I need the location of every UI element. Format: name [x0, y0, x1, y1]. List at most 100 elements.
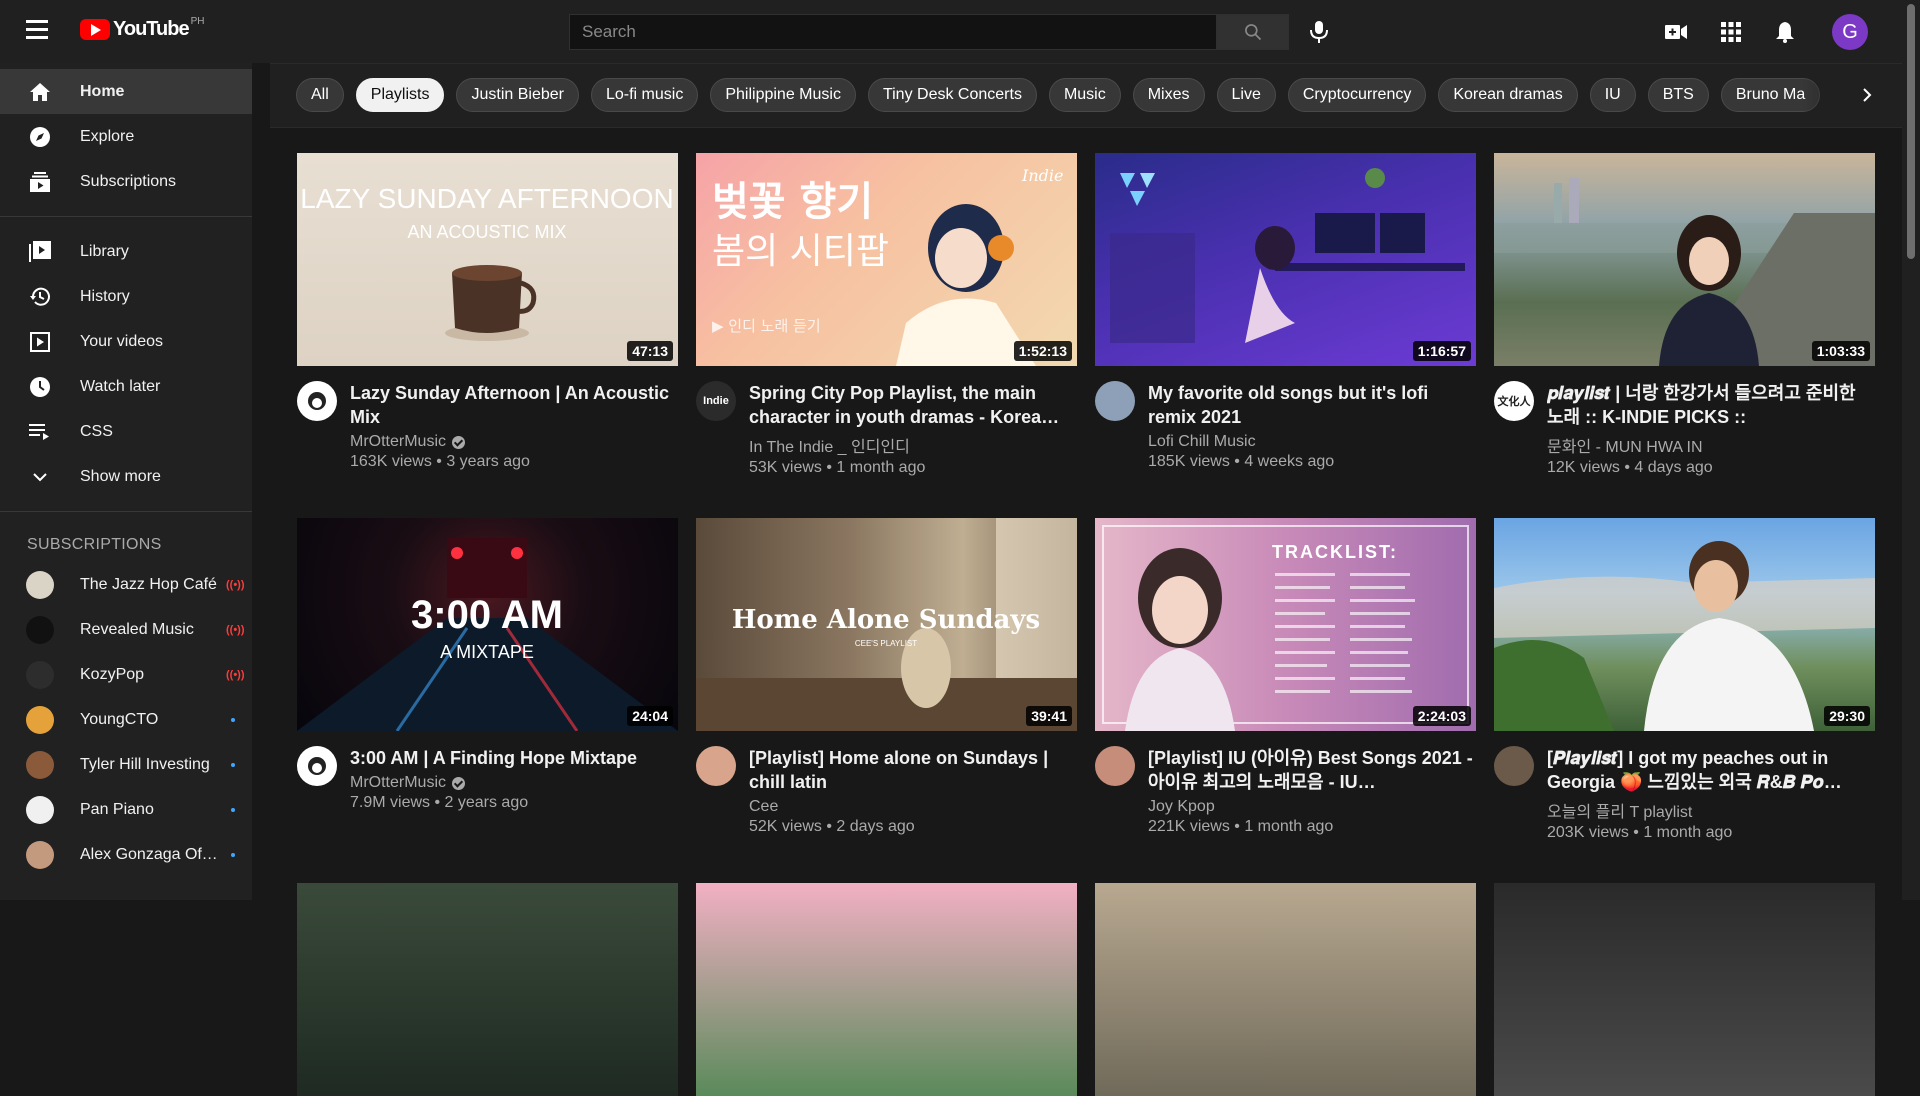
channel-name: MrOtterMusic: [350, 433, 446, 450]
video-thumbnail[interactable]: [696, 883, 1077, 1096]
channel-avatar[interactable]: [1095, 746, 1135, 786]
thumb-subtitle-text: 봄의 시티팝: [712, 231, 889, 272]
voice-search-button[interactable]: [1300, 14, 1338, 50]
video-title[interactable]: Lazy Sunday Afternoon | An Acoustic Mix: [350, 381, 678, 429]
chip-cryptocurrency[interactable]: Cryptocurrency: [1287, 78, 1427, 112]
video-thumbnail[interactable]: [1494, 883, 1875, 1096]
chips-next-button[interactable]: [1852, 80, 1882, 110]
video-thumbnail[interactable]: 1:03:33: [1494, 153, 1875, 366]
subscription-name: KozyPop: [80, 665, 145, 683]
thumb-title-text: 3:00 AM: [411, 593, 563, 637]
video-thumbnail[interactable]: 29:30: [1494, 518, 1875, 731]
live-indicator-icon: ((•)): [226, 668, 245, 681]
live-indicator-icon: ((•)): [226, 578, 245, 591]
video-stats: 163K views • 3 years ago: [350, 453, 530, 470]
hamburger-menu-icon[interactable]: [26, 20, 54, 42]
top-header: YouTube PH G: [0, 0, 1902, 63]
sidebar-item-css-playlist[interactable]: CSS: [0, 409, 252, 454]
compass-icon: [28, 125, 52, 149]
new-content-dot-icon: [231, 807, 235, 812]
library-icon: [28, 240, 52, 264]
sidebar-item-your-videos[interactable]: Your videos: [0, 319, 252, 364]
video-thumbnail[interactable]: 1:16:57: [1095, 153, 1476, 366]
sidebar-item-subscriptions[interactable]: Subscriptions: [0, 159, 252, 204]
subscription-name: Pan Piano: [80, 800, 154, 818]
chip-korean-dramas[interactable]: Korean dramas: [1438, 78, 1578, 112]
subscription-item[interactable]: Tyler Hill Investing: [0, 742, 252, 787]
subscription-item[interactable]: Alex Gonzaga Offi...: [0, 832, 252, 877]
chip-mixes[interactable]: Mixes: [1132, 78, 1205, 112]
sidebar-show-more[interactable]: Show more: [0, 454, 252, 499]
page-scrollbar[interactable]: [1902, 0, 1920, 900]
video-title[interactable]: My favorite old songs but it's lofi remi…: [1148, 381, 1476, 429]
verified-badge-icon: [452, 435, 465, 449]
sidebar-divider: [0, 511, 252, 512]
new-content-dot-icon: [231, 762, 235, 767]
channel-avatar[interactable]: [297, 381, 337, 421]
sidebar-item-explore[interactable]: Explore: [0, 114, 252, 159]
channel-name-row[interactable]: 오늘의 플리 T playlist: [1547, 798, 1875, 822]
thumb-title-text: TRACKLIST:: [1272, 542, 1398, 562]
video-thumbnail[interactable]: Home Alone Sundays CEE'S PLAYLIST 39:41: [696, 518, 1077, 731]
sidebar-item-history[interactable]: History: [0, 274, 252, 319]
create-video-button[interactable]: [1661, 17, 1691, 47]
video-title[interactable]: 3:00 AM | A Finding Hope Mixtape: [350, 746, 678, 770]
night-street-illustration: 3:00 AM A MIXTAPE: [297, 538, 678, 731]
video-thumbnail[interactable]: LAZY SUNDAY AFTERNOON AN ACOUSTIC MIX 47…: [297, 153, 678, 366]
sidebar-item-library[interactable]: Library: [0, 229, 252, 274]
video-thumbnail[interactable]: [1095, 883, 1476, 1096]
chip-tiny-desk-concerts[interactable]: Tiny Desk Concerts: [867, 78, 1037, 112]
subscription-item[interactable]: Pan Piano: [0, 787, 252, 832]
chip-bts[interactable]: BTS: [1647, 78, 1709, 112]
channel-avatar[interactable]: [297, 746, 337, 786]
chip-all[interactable]: All: [296, 78, 344, 112]
youtube-logo[interactable]: YouTube PH: [80, 16, 204, 41]
account-avatar[interactable]: G: [1832, 14, 1868, 50]
scrollbar-thumb[interactable]: [1907, 4, 1915, 259]
subscription-item[interactable]: Revealed Music ((•)): [0, 607, 252, 652]
channel-name-row[interactable]: Cee: [749, 798, 1077, 816]
channel-avatar[interactable]: [1095, 381, 1135, 421]
chip-live[interactable]: Live: [1216, 78, 1276, 112]
video-title[interactable]: [𝑷𝒍𝒂𝒚𝒍𝒊𝒔𝒕] I got my peaches out in Georg…: [1547, 746, 1875, 794]
channel-name-row[interactable]: 문화인 - MUN HWA IN: [1547, 433, 1875, 457]
channel-name-row[interactable]: Joy Kpop: [1148, 798, 1476, 816]
video-title[interactable]: [Playlist] Home alone on Sundays | chill…: [749, 746, 1077, 794]
channel-avatar[interactable]: 文化人: [1494, 381, 1534, 421]
thumb-subtitle-text: CEE'S PLAYLIST: [855, 639, 917, 648]
subscription-name: Tyler Hill Investing: [80, 755, 210, 773]
chip-lofi-music[interactable]: Lo-fi music: [590, 78, 699, 112]
video-thumbnail[interactable]: 3:00 AM A MIXTAPE 24:04: [297, 518, 678, 731]
subscription-item[interactable]: The Jazz Hop Café ((•)): [0, 562, 252, 607]
channel-name-row[interactable]: Lofi Chill Music: [1148, 433, 1476, 451]
chip-music[interactable]: Music: [1048, 78, 1121, 112]
video-thumbnail[interactable]: 벚꽃 향기 봄의 시티팝 ▶ 인디 노래 듣기 Indie 1:52:13: [696, 153, 1077, 366]
channel-name-row[interactable]: MrOtterMusic: [350, 774, 678, 792]
channel-avatar[interactable]: [1494, 746, 1534, 786]
chip-iu[interactable]: IU: [1589, 78, 1636, 112]
channel-avatar: [26, 570, 54, 599]
channel-name-row[interactable]: MrOtterMusic: [350, 433, 678, 451]
subscription-item[interactable]: KozyPop ((•)): [0, 652, 252, 697]
search-input[interactable]: [569, 14, 1217, 50]
video-title[interactable]: 𝒑𝒍𝒂𝒚𝒍𝒊𝒔𝒕 | 너랑 한강가서 들으려고 준비한 노래 :: K-INDI…: [1547, 381, 1875, 429]
video-duration: 1:52:13: [1013, 341, 1072, 361]
chip-philippine-music[interactable]: Philippine Music: [710, 78, 856, 112]
sidebar-item-watch-later[interactable]: Watch later: [0, 364, 252, 409]
channel-avatar[interactable]: Indie: [696, 381, 736, 421]
apps-button[interactable]: [1716, 17, 1746, 47]
video-title[interactable]: Spring City Pop Playlist, the main chara…: [749, 381, 1077, 429]
chip-justin-bieber[interactable]: Justin Bieber: [456, 78, 579, 112]
video-thumbnail[interactable]: [297, 883, 678, 1096]
channel-name-row[interactable]: In The Indie _ 인디인디: [749, 433, 1077, 457]
video-thumbnail[interactable]: TRACKLIST: 2:24:03: [1095, 518, 1476, 731]
sidebar-item-home[interactable]: Home: [0, 69, 252, 114]
channel-avatar[interactable]: [696, 746, 736, 786]
notifications-button[interactable]: [1770, 17, 1800, 47]
chip-playlists[interactable]: Playlists: [355, 78, 445, 112]
search-button[interactable]: [1217, 14, 1289, 50]
video-title[interactable]: [Playlist] IU (아이유) Best Songs 2021 - 아이…: [1148, 746, 1476, 794]
subscription-item[interactable]: YoungCTO: [0, 697, 252, 742]
video-card: LAZY SUNDAY AFTERNOON AN ACOUSTIC MIX 47…: [297, 153, 678, 471]
history-icon: [28, 285, 52, 309]
